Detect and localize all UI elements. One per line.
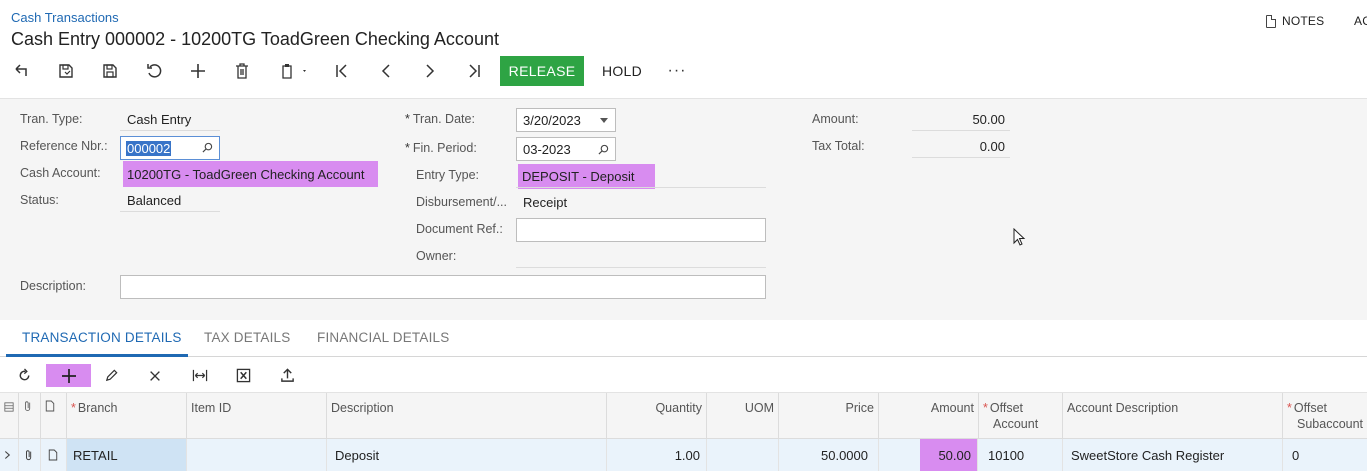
branch-header[interactable]: * Branch	[67, 393, 187, 439]
delete-row-icon[interactable]	[140, 364, 170, 387]
account-description-header[interactable]: Account Description	[1063, 393, 1283, 439]
cash-entry-screen: Cash Transactions Cash Entry 000002 - 10…	[0, 0, 1367, 471]
chevron-down-icon[interactable]	[600, 118, 608, 123]
item-id-header[interactable]: Item ID	[187, 393, 327, 439]
uom-header[interactable]: UOM	[707, 393, 779, 439]
activities-button[interactable]: AC	[1354, 14, 1367, 28]
first-record-icon[interactable]	[330, 56, 354, 86]
offset-account-header[interactable]: * Offset Account	[979, 393, 1063, 439]
tran-date-value: 3/20/2023	[523, 112, 581, 128]
save-icon[interactable]	[98, 56, 122, 86]
main-toolbar: RELEASE HOLD ···	[0, 56, 700, 86]
delete-icon[interactable]	[230, 56, 254, 86]
plus-icon	[61, 368, 76, 383]
reference-nbr-label: Reference Nbr.:	[20, 139, 108, 153]
price-cell[interactable]: 50.0000	[779, 439, 879, 471]
export-excel-icon[interactable]	[228, 364, 258, 387]
row-selector-header[interactable]	[0, 393, 19, 439]
tax-total-label: Tax Total:	[812, 139, 865, 153]
fit-columns-icon[interactable]	[185, 364, 215, 387]
tran-date-input[interactable]: 3/20/2023	[516, 108, 616, 132]
disbursement-value: Receipt	[523, 195, 568, 210]
fin-period-value: 03-2023	[523, 141, 571, 157]
page-title: Cash Entry 000002 - 10200TG ToadGreen Ch…	[11, 29, 499, 49]
mouse-cursor-icon	[1013, 228, 1026, 246]
reference-nbr-input[interactable]: 000002	[120, 136, 220, 160]
detail-tabs: TRANSACTION DETAILS TAX DETAILS FINANCIA…	[0, 322, 1367, 357]
notes-button[interactable]: NOTES	[1282, 14, 1324, 28]
attachment-header[interactable]	[19, 393, 41, 439]
amount-cell[interactable]: 50.00	[920, 439, 978, 471]
edit-icon[interactable]	[96, 364, 126, 387]
copy-paste-icon[interactable]	[276, 56, 312, 86]
document-ref-input[interactable]	[516, 218, 766, 242]
description-header[interactable]: Description	[327, 393, 607, 439]
uom-cell[interactable]	[707, 439, 779, 471]
search-icon[interactable]	[202, 142, 213, 153]
undo-icon[interactable]	[142, 56, 166, 86]
tran-type-label: Tran. Type:	[20, 112, 83, 126]
amount-header[interactable]: Amount	[879, 393, 979, 439]
status-label: Status:	[20, 193, 59, 207]
grid-toolbar	[0, 358, 1367, 393]
table-row[interactable]: RETAIL Deposit 1.00 50.0000 50.00 10100 …	[0, 439, 1367, 471]
item-id-cell[interactable]	[187, 439, 327, 471]
quantity-cell[interactable]: 1.00	[607, 439, 707, 471]
tax-total-value: 0.00	[979, 139, 1005, 154]
hold-button[interactable]: HOLD	[594, 56, 650, 86]
offset-subaccount-header[interactable]: * Offset Subaccount	[1283, 393, 1367, 439]
notes-header[interactable]	[41, 393, 67, 439]
last-record-icon[interactable]	[462, 56, 486, 86]
release-button[interactable]: RELEASE	[500, 56, 584, 86]
tab-financial-details[interactable]: FINANCIAL DETAILS	[317, 330, 449, 345]
fin-period-input[interactable]: 03-2023	[516, 137, 616, 161]
tab-transaction-details[interactable]: TRANSACTION DETAILS	[22, 330, 182, 345]
next-record-icon[interactable]	[418, 56, 442, 86]
search-icon[interactable]	[598, 144, 609, 155]
price-header[interactable]: Price	[779, 393, 879, 439]
disbursement-label: Disbursement/...	[416, 195, 508, 209]
paperclip-icon	[25, 401, 31, 412]
reference-nbr-value: 000002	[126, 140, 172, 156]
description-cell[interactable]: Deposit	[327, 439, 607, 471]
description-input[interactable]	[120, 275, 766, 299]
owner-label: Owner:	[416, 249, 457, 263]
tran-type-value: Cash Entry	[127, 112, 192, 127]
header-actions: NOTES AC	[1266, 14, 1367, 28]
description-label: Description:	[20, 279, 86, 293]
save-close-icon[interactable]	[54, 56, 78, 86]
previous-record-icon[interactable]	[374, 56, 398, 86]
tab-tax-details[interactable]: TAX DETAILS	[204, 330, 290, 345]
account-description-cell: SweetStore Cash Register	[1063, 439, 1283, 471]
more-actions-button[interactable]: ···	[662, 56, 692, 86]
quantity-header[interactable]: Quantity	[607, 393, 707, 439]
grid-header: * Branch Item ID Description Quantity UOM…	[0, 393, 1367, 439]
upload-icon[interactable]	[272, 364, 302, 387]
row-attachment-icon[interactable]	[19, 439, 41, 471]
offset-subaccount-cell[interactable]: 0	[1283, 439, 1367, 471]
add-row-button[interactable]	[46, 364, 91, 387]
branch-cell[interactable]: RETAIL	[67, 439, 187, 471]
cash-account-field[interactable]: 10200TG - ToadGreen Checking Account	[123, 161, 378, 187]
document-ref-label: Document Ref.:	[416, 222, 503, 236]
amount-label: Amount:	[812, 112, 859, 126]
active-tab-indicator	[6, 354, 188, 357]
row-expand-icon[interactable]	[0, 439, 19, 471]
refresh-icon[interactable]	[9, 364, 39, 387]
status-value: Balanced	[127, 193, 182, 208]
notes-icon[interactable]	[1266, 14, 1276, 28]
cash-account-label: Cash Account:	[20, 166, 101, 180]
entry-type-field[interactable]: DEPOSIT - Deposit	[518, 164, 655, 189]
entry-type-label: Entry Type:	[416, 168, 479, 182]
fin-period-label: * Fin. Period:	[405, 141, 477, 155]
offset-account-cell[interactable]: 10100	[979, 439, 1063, 471]
note-icon	[45, 400, 55, 412]
breadcrumb[interactable]: Cash Transactions	[11, 10, 119, 25]
add-icon[interactable]	[186, 56, 210, 86]
back-icon[interactable]	[10, 56, 34, 86]
tran-date-label: * Tran. Date:	[405, 112, 475, 126]
row-note-icon[interactable]	[41, 439, 67, 471]
grid-settings-icon	[4, 402, 14, 412]
amount-value: 50.00	[972, 112, 1005, 127]
